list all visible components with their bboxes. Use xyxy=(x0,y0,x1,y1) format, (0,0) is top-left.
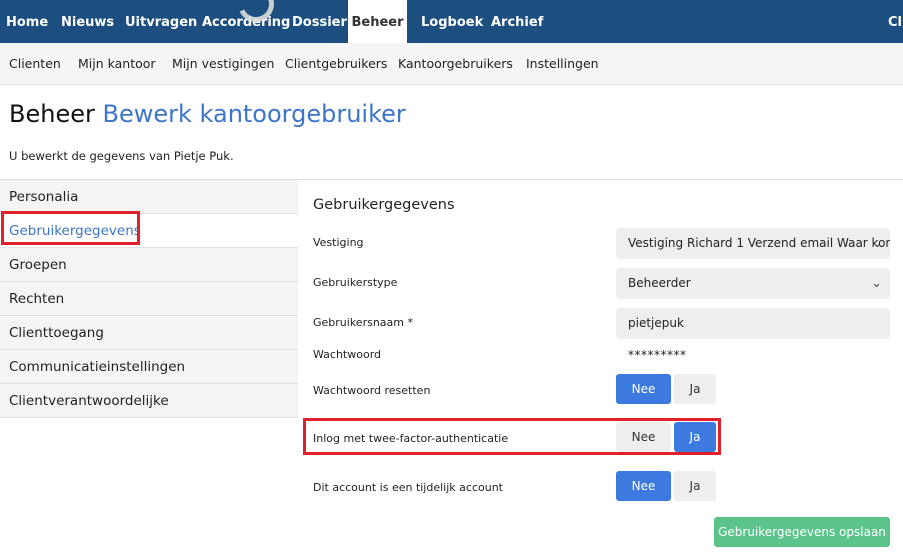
subnav-mijn-vestigingen[interactable]: Mijn vestigingen xyxy=(172,43,274,85)
vestiging-select[interactable]: Vestiging Richard 1 Verzend email Waar k… xyxy=(616,228,890,259)
twofa-nee-button[interactable]: Nee xyxy=(616,422,671,452)
nav-dossier[interactable]: Dossier xyxy=(292,0,347,43)
wachtwoord-resetten-label: Wachtwoord resetten xyxy=(313,384,431,397)
sidebar-item-clienttoegang[interactable]: Clienttoegang xyxy=(0,316,298,350)
sidebar-item-personalia[interactable]: Personalia xyxy=(0,180,298,214)
gebruikersnaam-label: Gebruikersnaam * xyxy=(313,316,413,329)
gebruikersnaam-input[interactable]: pietjepuk xyxy=(616,308,890,339)
subnav-mijn-kantoor[interactable]: Mijn kantoor xyxy=(78,43,156,85)
chevron-down-icon: ⌄ xyxy=(871,276,882,291)
subnav-clienten[interactable]: Clienten xyxy=(9,43,61,85)
nav-home[interactable]: Home xyxy=(6,0,48,43)
subnav-instellingen[interactable]: Instellingen xyxy=(526,43,599,85)
highlight-box-sidebar xyxy=(1,211,140,245)
subnav-clientgebruikers[interactable]: Clientgebruikers xyxy=(285,43,387,85)
nav-archief[interactable]: Archief xyxy=(491,0,543,43)
sidebar-item-clientverantwoordelijke[interactable]: Clientverantwoordelijke xyxy=(0,384,298,418)
page-title-main: Beheer xyxy=(9,100,95,128)
nav-beheer[interactable]: Beheer xyxy=(348,0,407,43)
subnav-kantoorgebruikers[interactable]: Kantoorgebruikers xyxy=(398,43,513,85)
section-title: Gebruikergegevens xyxy=(313,197,455,213)
chevron-down-icon: ⌄ xyxy=(872,237,882,250)
wachtwoord-resetten-ja-button[interactable]: Ja xyxy=(674,374,716,404)
page-title-subtitle: Bewerk kantoorgebruiker xyxy=(102,100,406,128)
sidebar-item-communicatieinstellingen[interactable]: Communicatieinstellingen xyxy=(0,350,298,384)
twofa-label: Inlog met twee-factor-authenticatie xyxy=(313,432,509,445)
nav-nieuws[interactable]: Nieuws xyxy=(61,0,114,43)
save-button[interactable]: Gebruikergegevens opslaan xyxy=(714,517,890,547)
top-navigation: Home Nieuws Uitvragen Accordering Dossie… xyxy=(0,0,903,43)
gebruikerstype-label: Gebruikerstype xyxy=(313,276,398,289)
nav-logboek[interactable]: Logboek xyxy=(421,0,483,43)
wachtwoord-label: Wachtwoord xyxy=(313,348,382,361)
sub-navigation: Clienten Mijn kantoor Mijn vestigingen C… xyxy=(0,43,903,85)
wachtwoord-resetten-nee-button[interactable]: Nee xyxy=(616,374,671,404)
tijdelijk-account-label: Dit account is een tijdelijk account xyxy=(313,481,503,494)
vestiging-value: Vestiging Richard 1 Verzend email Waar k… xyxy=(628,236,890,250)
sidebar-item-rechten[interactable]: Rechten xyxy=(0,282,298,316)
gebruikerstype-value: Beheerder xyxy=(628,276,691,290)
gebruikerstype-select[interactable]: Beheerder ⌄ xyxy=(616,268,890,299)
nav-user-menu[interactable]: Cli xyxy=(888,0,903,43)
tijdelijk-account-ja-button[interactable]: Ja xyxy=(674,471,716,501)
tijdelijk-account-nee-button[interactable]: Nee xyxy=(616,471,671,501)
page-description: U bewerkt de gegevens van Pietje Puk. xyxy=(9,149,234,163)
vestiging-label: Vestiging xyxy=(313,236,364,249)
wachtwoord-value: ********* xyxy=(628,348,687,362)
twofa-ja-button[interactable]: Ja xyxy=(674,422,716,452)
nav-uitvragen[interactable]: Uitvragen xyxy=(125,0,197,43)
page-title: Beheer Bewerk kantoorgebruiker xyxy=(9,100,406,128)
sidebar-item-groepen[interactable]: Groepen xyxy=(0,248,298,282)
